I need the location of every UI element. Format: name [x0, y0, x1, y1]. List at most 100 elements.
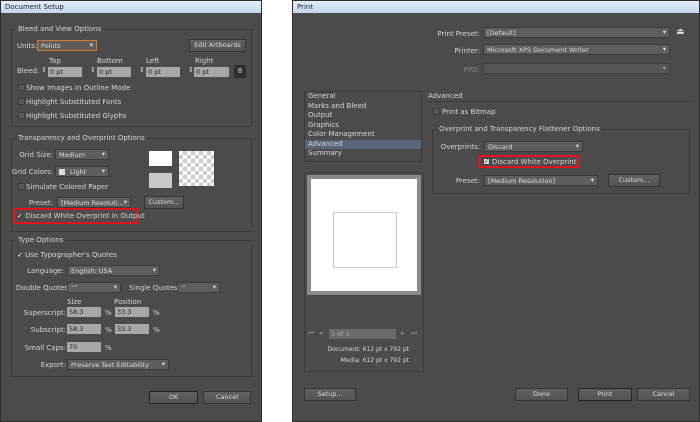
subscript-label: Subscript: — [30, 326, 66, 334]
ppd-select[interactable] — [483, 63, 670, 74]
page-field[interactable]: 1 of 1 — [329, 329, 396, 339]
percent-label: % — [105, 344, 112, 352]
percent-label: % — [105, 309, 112, 317]
outline-mode-checkbox[interactable] — [18, 84, 25, 91]
next-page-icon[interactable]: ▸ — [401, 329, 405, 337]
document-setup-dialog: Document Setup Bleed and View Options Un… — [0, 0, 262, 422]
preset-label: Preset: — [28, 199, 53, 207]
discard-white-checkbox[interactable]: ✓ Discard White Overprint in Output — [17, 212, 145, 220]
grid-size-label: Grid Size: — [19, 151, 53, 159]
spinner-icon[interactable]: ⇕ — [90, 66, 96, 74]
nav-item-output[interactable]: Output — [305, 111, 421, 121]
artboard-preview — [333, 212, 397, 268]
small-caps-label: Small Caps: — [24, 344, 66, 352]
bleed-top-field[interactable]: 0 pt — [48, 67, 82, 77]
divider — [428, 101, 690, 102]
superscript-size-field[interactable]: 58.3 — [67, 307, 101, 317]
bleed-bottom-field[interactable]: 0 pt — [97, 67, 131, 77]
bleed-label: Bleed: — [17, 67, 40, 75]
prev-page-icon[interactable]: ◂ — [319, 329, 323, 337]
superscript-label: Superscript: — [23, 309, 66, 317]
bleed-right-field[interactable]: 0 pt — [194, 67, 229, 77]
section-heading: Advanced — [428, 92, 463, 100]
superscript-position-field[interactable]: 33.3 — [115, 307, 149, 317]
gray-swatch[interactable] — [149, 173, 172, 188]
units-label: Units: — [17, 42, 38, 50]
spinner-icon[interactable]: ⇕ — [139, 66, 145, 74]
checkbox-label: Simulate Colored Paper — [26, 183, 109, 191]
group-title: Transparency and Overprint Options — [16, 134, 147, 142]
nav-item-graphics[interactable]: Graphics — [305, 121, 421, 131]
spinner-icon[interactable]: ⇕ — [188, 66, 194, 74]
overprints-label: Overprints: — [440, 143, 480, 151]
simulate-paper-checkbox[interactable] — [18, 183, 25, 190]
position-label: Position — [114, 298, 142, 306]
nav-item-general[interactable]: General — [305, 92, 421, 102]
nav-item-advanced[interactable]: Advanced — [305, 139, 421, 149]
highlight-fonts-checkbox[interactable] — [18, 98, 25, 105]
first-page-icon[interactable]: ⏮ — [308, 329, 314, 338]
small-caps-field[interactable]: 70 — [67, 342, 101, 352]
nav-item-marks-and-bleed[interactable]: Marks and Bleed — [305, 102, 421, 112]
print-button[interactable]: Print — [578, 388, 632, 401]
checkbox-label: Highlight Substituted Fonts — [26, 98, 122, 106]
checkbox-label: Show Images In Outline Mode — [26, 84, 131, 92]
media-size: Media: 612 pt x 792 pt — [340, 357, 409, 364]
document-size: Document: 612 pt x 792 pt — [327, 346, 409, 353]
checkbox-label: Discard White Overprint in Output — [25, 212, 145, 220]
bleed-right-label: Right — [195, 57, 214, 65]
typographers-quotes-checkbox[interactable]: ✓ Use Typographer's Quotes — [17, 251, 117, 259]
link-icon[interactable]: 8 — [234, 65, 246, 78]
print-bitmap-checkbox[interactable] — [433, 108, 440, 115]
last-page-icon[interactable]: ⏭ — [411, 329, 417, 338]
units-select[interactable]: Points — [37, 40, 97, 51]
grid-size-select[interactable]: Medium — [55, 149, 109, 160]
bleed-top-label: Top — [49, 57, 61, 65]
preset-select[interactable]: [Medium Resoluti... — [57, 197, 131, 208]
checkbox-label: Highlight Substituted Glyphs — [26, 112, 127, 120]
edit-artboards-button[interactable]: Edit Artboards — [189, 39, 246, 52]
group-title: Bleed and View Options — [16, 25, 104, 33]
setup-button[interactable]: Setup... — [304, 388, 356, 401]
printer-label: Printer: — [454, 47, 480, 55]
print-preset-select[interactable]: [Default] — [483, 27, 670, 38]
group-title: Overprint and Transparency Flattener Opt… — [437, 125, 602, 133]
done-button[interactable]: Done — [515, 388, 568, 401]
grid-colors-label: Grid Colors: — [11, 168, 53, 176]
flattener-preset-label: Preset: — [455, 177, 480, 185]
group-title: Type Options — [16, 236, 66, 244]
language-select[interactable]: English: USA — [67, 265, 160, 276]
double-quotes-select[interactable]: “” — [67, 282, 121, 293]
dialog-title: Document Setup — [1, 1, 261, 13]
category-list: General Marks and Bleed Output Graphics Colo… — [304, 91, 422, 162]
flattener-preset-select[interactable]: [Medium Resolution] — [484, 175, 598, 186]
dialog-title: Print — [293, 1, 699, 13]
nav-item-summary[interactable]: Summary — [305, 149, 421, 159]
spinner-icon[interactable]: ⇕ — [41, 66, 47, 74]
checkbox-label: Print as Bitmap — [442, 108, 496, 116]
custom-button[interactable]: Custom... — [144, 196, 184, 209]
overprints-select[interactable]: Discard — [484, 141, 583, 152]
language-label: Language: — [27, 267, 64, 275]
ok-button[interactable]: OK — [149, 391, 198, 404]
nav-item-color-management[interactable]: Color Management — [305, 130, 421, 140]
checkerboard-preview — [179, 151, 214, 186]
single-quotes-label: Single Quotes: — [129, 284, 181, 292]
save-preset-icon[interactable]: ⏏ — [676, 27, 685, 37]
subscript-position-field[interactable]: 33.3 — [115, 324, 149, 334]
printer-select[interactable]: Microsoft XPS Document Writer — [483, 44, 670, 55]
cancel-button[interactable]: Cancel — [203, 391, 251, 404]
highlight-glyphs-checkbox[interactable] — [18, 112, 25, 119]
subscript-size-field[interactable]: 58.3 — [67, 324, 101, 334]
print-preset-label: Print Preset: — [437, 30, 480, 38]
bleed-bottom-label: Bottom — [97, 57, 123, 65]
white-swatch[interactable] — [149, 151, 172, 166]
discard-white-checkbox[interactable]: ✓ — [483, 158, 490, 165]
custom-button[interactable]: Custom... — [608, 174, 660, 187]
export-select[interactable]: Preserve Text Editability — [67, 359, 169, 370]
size-label: Size — [67, 298, 82, 306]
bleed-left-field[interactable]: 0 pt — [146, 67, 180, 77]
checkbox-label: Use Typographer's Quotes — [25, 251, 117, 259]
cancel-button[interactable]: Cancel — [637, 388, 690, 401]
single-quotes-select[interactable]: ‘’ — [177, 282, 220, 293]
